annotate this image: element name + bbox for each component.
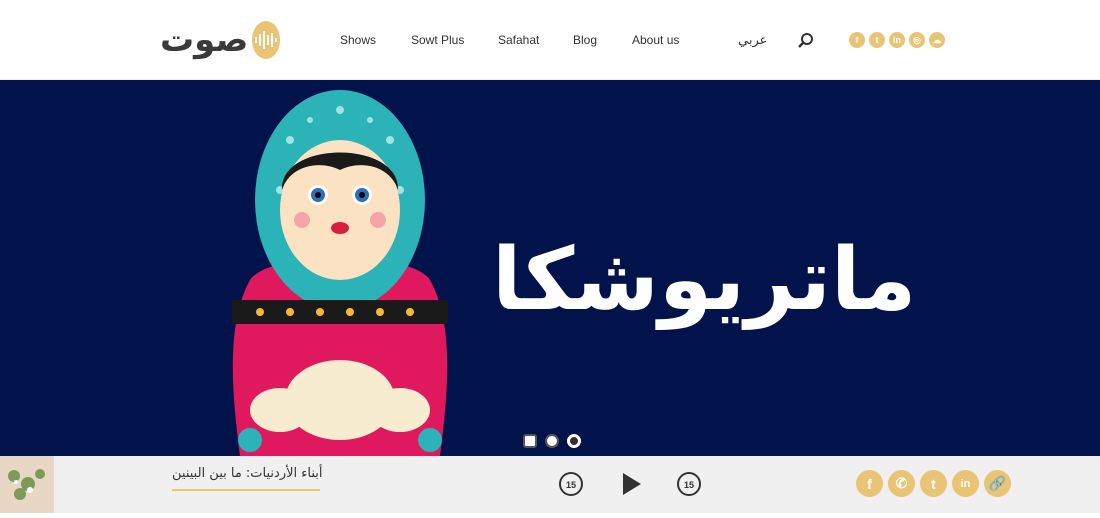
hero-title: ماتريوشكا (492, 230, 917, 330)
slider-dots (523, 434, 581, 448)
link-icon[interactable]: 🔗 (984, 470, 1011, 497)
twitter-icon[interactable]: t (869, 32, 885, 48)
nav-sowt-plus[interactable]: Sowt Plus (411, 33, 464, 47)
track-underline (172, 489, 320, 491)
slider-dot[interactable] (523, 434, 537, 448)
forward-label: 15 (684, 480, 694, 490)
sound-wave-icon (252, 21, 280, 59)
soundcloud-icon[interactable]: ☁ (929, 32, 945, 48)
slider-dot-active[interactable] (567, 434, 581, 448)
linkedin-icon[interactable]: in (889, 32, 905, 48)
linkedin-icon[interactable]: in (952, 470, 979, 497)
hero-banner[interactable]: ماتريوشكا (0, 80, 1100, 456)
forward-15-button[interactable]: 15 (676, 471, 702, 497)
share-links: f ✆ t in 🔗 (856, 470, 1011, 497)
search-icon[interactable] (797, 32, 815, 50)
play-button[interactable] (619, 471, 645, 497)
rewind-label: 15 (566, 480, 576, 490)
logo-text: صوت (160, 20, 249, 60)
nav-about[interactable]: About us (632, 33, 679, 47)
site-header: صوت Shows Sowt Plus Safahat Blog About u… (0, 0, 1100, 80)
track-thumbnail[interactable] (0, 456, 54, 513)
nav-safahat[interactable]: Safahat (498, 33, 539, 47)
facebook-icon[interactable]: f (856, 470, 883, 497)
logo[interactable]: صوت (160, 18, 280, 62)
audio-player: أبناء الأردنيات: ما بين البينين 15 15 f … (0, 456, 1100, 513)
language-switch[interactable]: عربي (738, 33, 767, 48)
social-links: f t in ◎ ☁ (849, 32, 945, 48)
rewind-15-button[interactable]: 15 (558, 471, 584, 497)
nav-shows[interactable]: Shows (340, 33, 376, 47)
nav-blog[interactable]: Blog (573, 33, 597, 47)
slider-dot[interactable] (545, 434, 559, 448)
instagram-icon[interactable]: ◎ (909, 32, 925, 48)
twitter-icon[interactable]: t (920, 470, 947, 497)
matryoshka-doll-illustration (232, 90, 448, 456)
facebook-icon[interactable]: f (849, 32, 865, 48)
track-title[interactable]: أبناء الأردنيات: ما بين البينين (172, 466, 323, 481)
whatsapp-icon[interactable]: ✆ (888, 470, 915, 497)
